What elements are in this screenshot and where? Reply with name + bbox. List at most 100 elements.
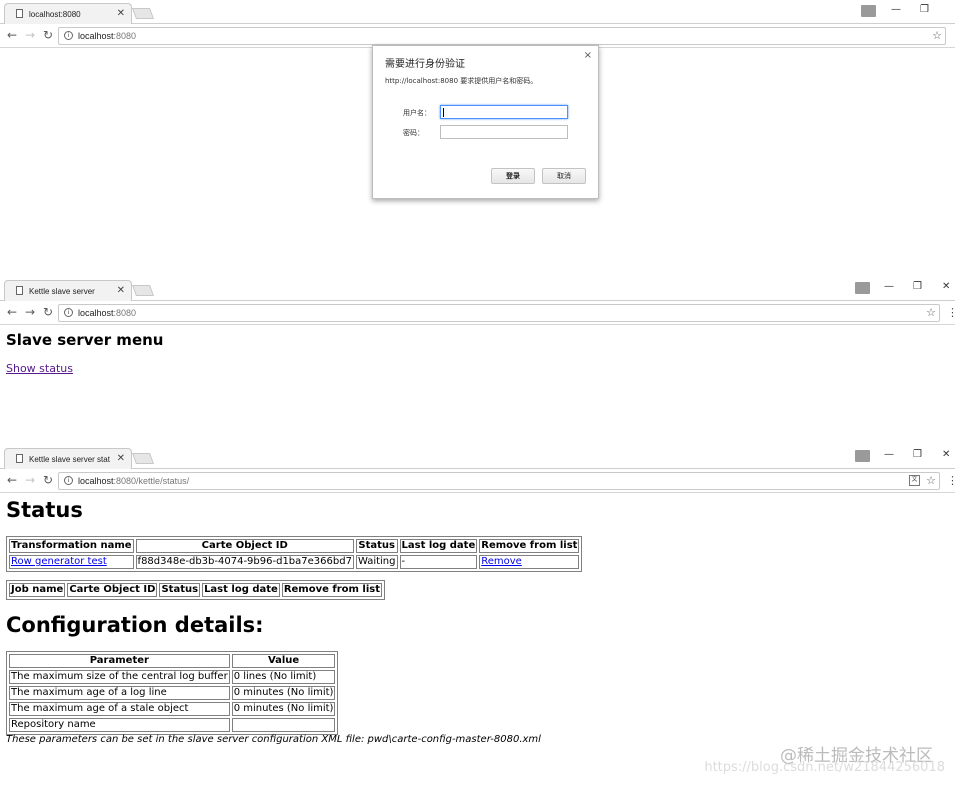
tab-close-icon[interactable]: ✕ xyxy=(117,8,125,19)
table-header-row: Parameter Value xyxy=(9,654,336,668)
new-tab-button[interactable] xyxy=(131,8,155,19)
column-header: Parameter xyxy=(9,654,230,668)
info-icon[interactable]: i xyxy=(64,31,73,40)
tab-title: localhost:8080 xyxy=(29,10,81,19)
column-header: Last log date xyxy=(399,539,478,553)
bookmark-star-icon[interactable]: ☆ xyxy=(926,306,936,319)
translate-icon[interactable]: 文 xyxy=(909,475,920,486)
restore-icon[interactable]: ❐ xyxy=(913,449,922,460)
minimize-icon[interactable]: — xyxy=(891,4,901,15)
page-title: Slave server menu xyxy=(6,331,164,349)
table-cell: - xyxy=(399,555,478,569)
url-text: localhost:8080 xyxy=(78,31,137,41)
table-row: The maximum age of a stale object 0 minu… xyxy=(9,702,336,716)
table-cell: Row generator test xyxy=(9,555,134,569)
tab-strip: localhost:8080 ✕ — ❐ xyxy=(0,0,955,24)
column-header: Transformation name xyxy=(9,539,134,553)
remove-link[interactable]: Remove xyxy=(481,556,522,567)
table-row: The maximum size of the central log buff… xyxy=(9,670,336,684)
toolbar: ← → ↻ i localhost:8080/kettle/status/ 文 … xyxy=(0,469,955,493)
profile-icon[interactable] xyxy=(855,450,870,462)
column-header: Carte Object ID xyxy=(67,583,158,597)
table-cell: 0 minutes (No limit) xyxy=(231,686,336,700)
back-icon[interactable]: ← xyxy=(7,28,17,42)
restore-icon[interactable]: ❐ xyxy=(920,4,929,15)
page-icon xyxy=(16,9,23,18)
job-table: Job name Carte Object ID Status Last log… xyxy=(6,580,386,600)
column-header: Status xyxy=(355,539,398,553)
bookmark-star-icon[interactable]: ☆ xyxy=(926,474,936,487)
configuration-table: Parameter Value The maximum size of the … xyxy=(6,651,339,735)
table-cell xyxy=(231,718,336,732)
password-input[interactable] xyxy=(440,125,568,139)
new-tab-button[interactable] xyxy=(131,285,155,296)
address-bar[interactable]: i localhost:8080/kettle/status/ 文 ☆ xyxy=(58,472,940,490)
column-header: Status xyxy=(159,583,201,597)
menu-kebab-icon[interactable]: ⋮ xyxy=(947,474,955,487)
tab-strip: Kettle slave server stat ✕ — ❐ ✕ xyxy=(0,445,955,469)
tab-title: Kettle slave server stat xyxy=(29,455,110,464)
address-bar[interactable]: i localhost:8080 ☆ xyxy=(58,304,940,322)
show-status-link[interactable]: Show status xyxy=(6,362,73,375)
page-icon xyxy=(16,454,23,463)
tab-title: Kettle slave server xyxy=(29,287,95,296)
reload-icon[interactable]: ↻ xyxy=(43,305,53,319)
transformation-table: Transformation name Carte Object ID Stat… xyxy=(6,536,583,572)
column-header: Value xyxy=(231,654,336,668)
table-row: Row generator test f88d348e-db3b-4074-9b… xyxy=(9,555,580,569)
table-cell: f88d348e-db3b-4074-9b96-d1ba7e366bd7 xyxy=(135,555,354,569)
table-cell: The maximum age of a stale object xyxy=(9,702,230,716)
dialog-message: http://localhost:8080 要求提供用户名和密码。 xyxy=(385,77,538,85)
close-icon[interactable]: ✕ xyxy=(942,281,950,292)
table-cell: 0 minutes (No limit) xyxy=(231,702,336,716)
info-icon[interactable]: i xyxy=(64,308,73,317)
username-label: 用户名： xyxy=(403,109,431,117)
table-cell: Waiting xyxy=(355,555,398,569)
cancel-button[interactable]: 取消 xyxy=(542,168,586,184)
minimize-icon[interactable]: — xyxy=(884,281,894,292)
address-bar[interactable]: i localhost:8080 ☆ xyxy=(58,27,946,45)
menu-kebab-icon[interactable]: ⋮ xyxy=(947,306,955,319)
column-header: Remove from list xyxy=(479,539,580,553)
column-header: Job name xyxy=(9,583,66,597)
password-label: 密码： xyxy=(403,129,424,137)
forward-icon[interactable]: → xyxy=(25,305,35,319)
tab-close-icon[interactable]: ✕ xyxy=(117,453,125,464)
restore-icon[interactable]: ❐ xyxy=(913,281,922,292)
profile-icon[interactable] xyxy=(861,5,876,17)
reload-icon[interactable]: ↻ xyxy=(43,473,53,487)
table-cell: The maximum size of the central log buff… xyxy=(9,670,230,684)
new-tab-button[interactable] xyxy=(131,453,155,464)
table-cell: 0 lines (No limit) xyxy=(231,670,336,684)
tab-kettle-status[interactable]: Kettle slave server stat ✕ xyxy=(4,448,132,469)
username-input[interactable] xyxy=(440,105,568,119)
bookmark-star-icon[interactable]: ☆ xyxy=(932,29,942,42)
transformation-link[interactable]: Row generator test xyxy=(11,556,107,567)
back-icon[interactable]: ← xyxy=(7,305,17,319)
minimize-icon[interactable]: — xyxy=(884,449,894,460)
tab-close-icon[interactable]: ✕ xyxy=(117,285,125,296)
table-cell: The maximum age of a log line xyxy=(9,686,230,700)
close-icon[interactable]: ✕ xyxy=(942,449,950,460)
tab-kettle-slave-server[interactable]: Kettle slave server ✕ xyxy=(4,280,132,301)
url-text: localhost:8080/kettle/status/ xyxy=(78,476,190,486)
back-icon[interactable]: ← xyxy=(7,473,17,487)
table-row: The maximum age of a log line 0 minutes … xyxy=(9,686,336,700)
forward-icon[interactable]: → xyxy=(25,28,35,42)
profile-icon[interactable] xyxy=(855,282,870,294)
watermark-url: https://blog.csdn.net/w21844256018 xyxy=(704,760,945,775)
configuration-note: These parameters can be set in the slave… xyxy=(6,734,541,745)
forward-icon[interactable]: → xyxy=(25,473,35,487)
column-header: Carte Object ID xyxy=(135,539,354,553)
table-cell: Remove xyxy=(479,555,580,569)
table-header-row: Transformation name Carte Object ID Stat… xyxy=(9,539,580,553)
table-cell: Repository name xyxy=(9,718,230,732)
table-row: Repository name xyxy=(9,718,336,732)
login-button[interactable]: 登录 xyxy=(491,168,535,184)
configuration-heading: Configuration details: xyxy=(6,613,264,637)
tab-localhost[interactable]: localhost:8080 ✕ xyxy=(4,3,132,24)
reload-icon[interactable]: ↻ xyxy=(43,28,53,42)
info-icon[interactable]: i xyxy=(64,476,73,485)
page-icon xyxy=(16,286,23,295)
dialog-close-icon[interactable]: × xyxy=(584,50,592,61)
